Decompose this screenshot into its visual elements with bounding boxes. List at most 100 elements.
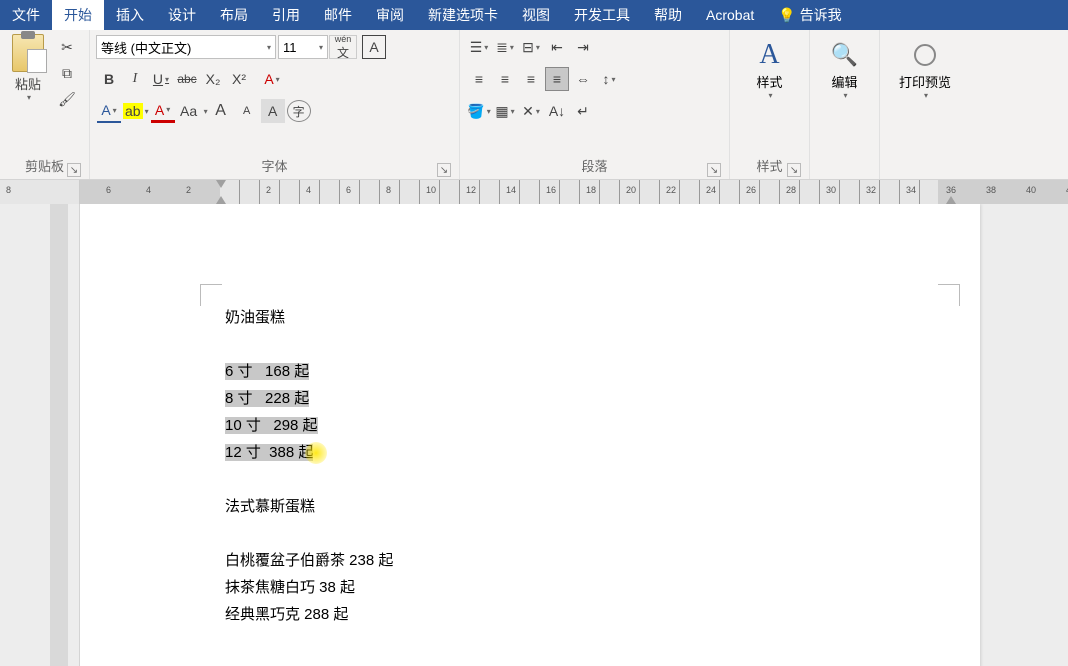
tellme-label: 告诉我 <box>800 5 842 25</box>
text-effects-button[interactable]: A▾ <box>260 67 284 91</box>
character-border-button[interactable]: A <box>362 35 386 59</box>
text-line[interactable]: 6 寸 168 起 <box>225 358 980 385</box>
selected-text[interactable]: 6 寸 168 起 <box>225 363 309 380</box>
multilevel-list-button[interactable]: ⊟▾ <box>519 35 543 59</box>
align-justify-button[interactable]: ≡ <box>545 67 569 91</box>
change-case-button[interactable]: Aa <box>177 99 201 123</box>
horizontal-ruler[interactable]: 8642246810121416182022242628303234363840… <box>80 180 1068 204</box>
chevron-down-icon: ▾ <box>768 91 772 100</box>
group-preview: 打印预览 ▾ <box>880 30 970 179</box>
font-dialog-launcher[interactable]: ↘ <box>437 163 451 177</box>
shrink-font-button[interactable]: A <box>235 99 259 123</box>
tab-view[interactable]: 视图 <box>510 0 562 30</box>
text-line[interactable]: 8 寸 228 起 <box>225 385 980 412</box>
grow-font-button[interactable]: A <box>209 99 233 123</box>
subscript-button[interactable]: X₂ <box>201 67 225 91</box>
page-scroll[interactable]: 奶油蛋糕 6 寸 168 起 8 寸 228 起 10 寸 298 起 12 寸 38… <box>80 204 1068 666</box>
character-shading-button[interactable]: A <box>261 99 285 123</box>
clipboard-dialog-launcher[interactable]: ↘ <box>67 163 81 177</box>
text-line[interactable]: 10 寸 298 起 <box>225 412 980 439</box>
format-painter-button[interactable]: 🖌 <box>55 87 79 111</box>
ruler-tick: 6 <box>106 185 111 195</box>
increase-indent-button[interactable]: ⇥ <box>571 35 595 59</box>
page[interactable]: 奶油蛋糕 6 寸 168 起 8 寸 228 起 10 寸 298 起 12 寸 38… <box>80 204 980 666</box>
text-line[interactable]: 12 寸 388 起 <box>225 439 980 466</box>
align-right-button[interactable]: ≡ <box>519 67 543 91</box>
circle-icon <box>914 44 936 66</box>
sort-button[interactable]: A↓ <box>545 99 569 123</box>
tab-references[interactable]: 引用 <box>260 0 312 30</box>
chevron-down-icon: ▾ <box>924 91 928 100</box>
ruler-tick: 28 <box>786 185 796 195</box>
first-line-indent-marker[interactable] <box>216 180 226 188</box>
borders-button[interactable]: ▦▾ <box>493 99 517 123</box>
tab-tellme[interactable]: 💡 告诉我 <box>766 0 853 30</box>
styles-dialog-launcher[interactable]: ↘ <box>787 163 801 177</box>
show-marks-button[interactable]: ↵ <box>571 99 595 123</box>
text-line[interactable]: 抹茶焦糖白巧 38 起 <box>225 574 980 601</box>
vertical-ruler[interactable] <box>0 204 80 666</box>
selected-text[interactable]: 8 寸 228 起 <box>225 390 309 407</box>
tab-insert[interactable]: 插入 <box>104 0 156 30</box>
ruler-tick: 4 <box>306 185 311 195</box>
tab-mailings[interactable]: 邮件 <box>312 0 364 30</box>
tab-help[interactable]: 帮助 <box>642 0 694 30</box>
tab-newtab[interactable]: 新建选项卡 <box>416 0 510 30</box>
line-spacing-icon: ↕ <box>602 71 609 87</box>
print-preview-button[interactable]: 打印预览 ▾ <box>886 34 964 104</box>
group-styles: A 样式 ▾ 样式 ↘ <box>730 30 810 179</box>
tab-review[interactable]: 审阅 <box>364 0 416 30</box>
text-line[interactable]: 奶油蛋糕 <box>225 304 980 331</box>
superscript-button[interactable]: X² <box>227 67 251 91</box>
font-color-button[interactable]: A▾ <box>151 99 175 123</box>
text-line[interactable] <box>225 466 980 493</box>
group-clipboard: 粘贴 ▾ ✂ ⧉ 🖌 剪贴板 ↘ <box>0 30 90 179</box>
hanging-indent-marker[interactable] <box>216 196 226 204</box>
ruler-tick: 12 <box>466 185 476 195</box>
enclose-characters-button[interactable]: 字 <box>287 100 311 122</box>
underline-button[interactable]: U▾ <box>149 67 173 91</box>
distributed-button[interactable]: ⇔ <box>571 67 595 91</box>
shading-button[interactable]: 🪣▾ <box>467 99 491 123</box>
italic-button[interactable]: I <box>123 67 147 91</box>
tab-layout[interactable]: 布局 <box>208 0 260 30</box>
text-line[interactable]: 经典黑巧克 288 起 <box>225 601 980 628</box>
cut-button[interactable]: ✂ <box>55 35 79 59</box>
text-line[interactable] <box>225 520 980 547</box>
tab-home[interactable]: 开始 <box>52 0 104 30</box>
line-spacing-button[interactable]: ↕▾ <box>597 67 621 91</box>
decrease-indent-button[interactable]: ⇤ <box>545 35 569 59</box>
copy-button[interactable]: ⧉ <box>55 61 79 85</box>
numbering-button[interactable]: ≣▾ <box>493 35 517 59</box>
bold-button[interactable]: B <box>97 67 121 91</box>
selected-text[interactable]: 10 寸 298 起 <box>225 417 318 434</box>
paste-button[interactable]: 粘贴 ▾ <box>6 34 50 102</box>
tab-design[interactable]: 设计 <box>156 0 208 30</box>
text-outline-button[interactable]: A▾ <box>97 99 121 123</box>
editing-button[interactable]: 🔍 编辑 ▾ <box>816 34 873 104</box>
selected-text[interactable]: 12 寸 388 起 <box>225 444 313 461</box>
highlight-button[interactable]: ab▾ <box>123 99 149 123</box>
right-indent-marker[interactable] <box>946 196 956 204</box>
styles-icon: A <box>759 39 779 71</box>
font-size-combo[interactable]: 11 ▾ <box>278 35 328 59</box>
text-line[interactable]: 法式慕斯蛋糕 <box>225 493 980 520</box>
asian-layout-button[interactable]: ✕▾ <box>519 99 543 123</box>
phonetic-guide-button[interactable]: wén 文 <box>329 35 357 59</box>
font-name-combo[interactable]: 等线 (中文正文) ▾ <box>96 35 276 59</box>
group-editing: 🔍 编辑 ▾ <box>810 30 880 179</box>
align-left-button[interactable]: ≡ <box>467 67 491 91</box>
tab-file[interactable]: 文件 <box>0 0 52 30</box>
strikethrough-button[interactable]: abc <box>175 67 199 91</box>
distributed-icon: ⇔ <box>576 71 590 87</box>
tab-developer[interactable]: 开发工具 <box>562 0 642 30</box>
align-center-button[interactable]: ≡ <box>493 67 517 91</box>
paragraph-dialog-launcher[interactable]: ↘ <box>707 163 721 177</box>
bullets-button[interactable]: ☰▾ <box>467 35 491 59</box>
tab-acrobat[interactable]: Acrobat <box>694 0 766 30</box>
styles-button[interactable]: A 样式 ▾ <box>736 34 803 104</box>
ruler-tick: 2 <box>266 185 271 195</box>
ruler-tick: 6 <box>346 185 351 195</box>
text-line[interactable] <box>225 331 980 358</box>
text-line[interactable]: 白桃覆盆子伯爵茶 238 起 <box>225 547 980 574</box>
